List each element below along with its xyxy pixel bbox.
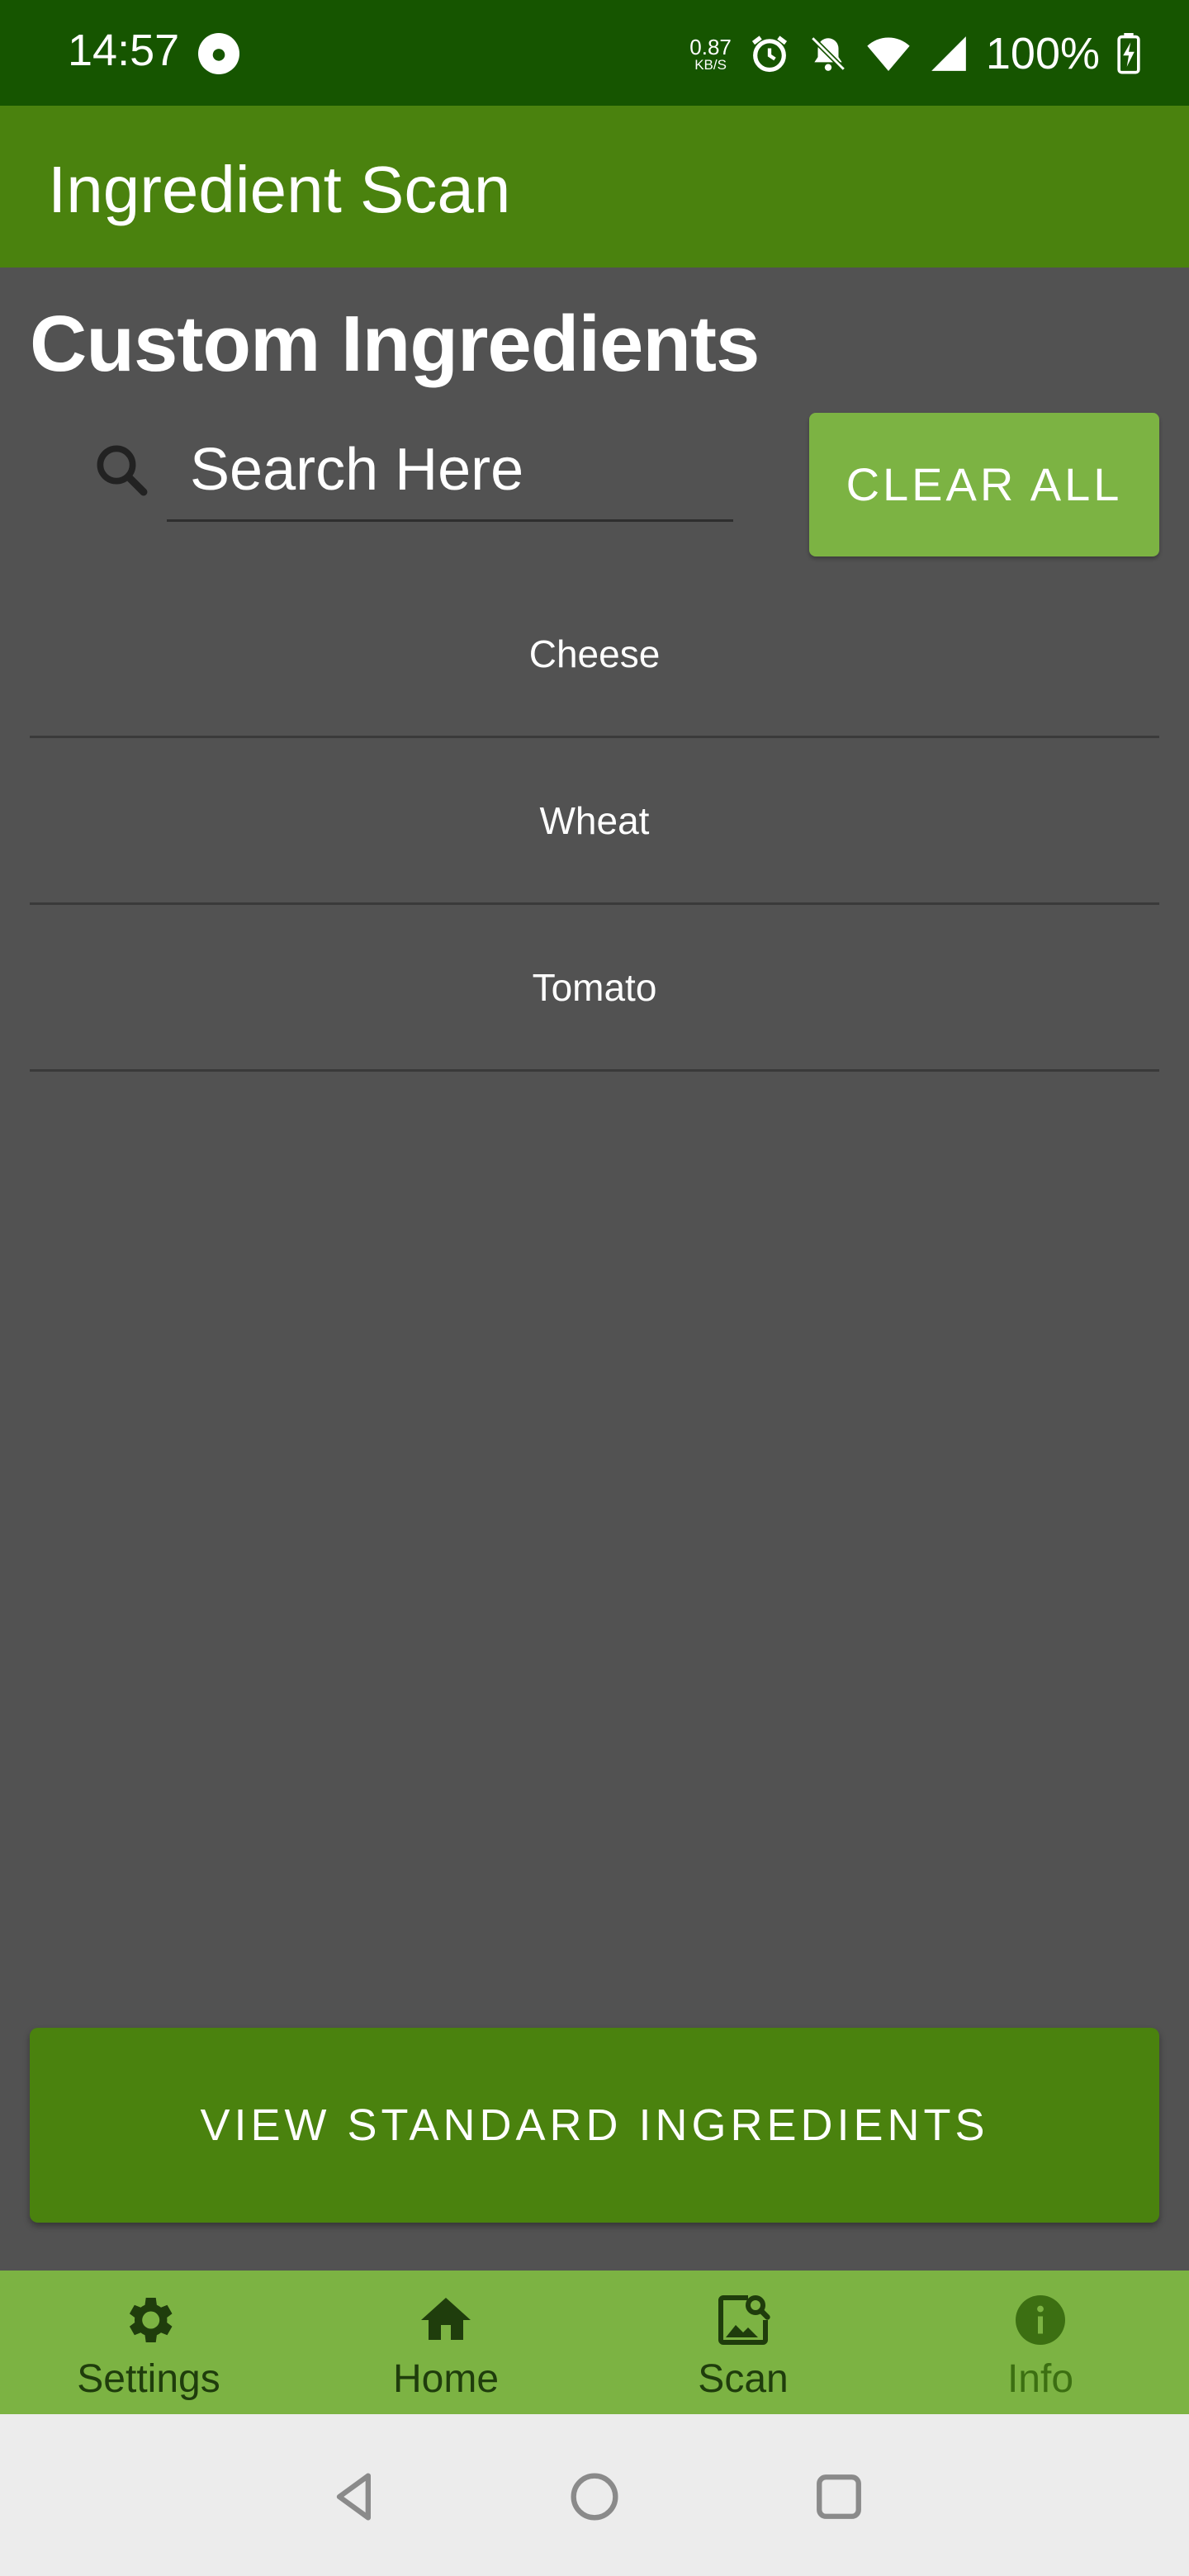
nav-label-info: Info [1007, 2357, 1074, 2401]
app-bar: Ingredient Scan [0, 106, 1189, 268]
recents-icon[interactable] [808, 2465, 870, 2528]
app-title: Ingredient Scan [48, 153, 511, 226]
list-item[interactable]: Tomato [30, 905, 1159, 1072]
network-speed-value: 0.87 [689, 34, 732, 59]
status-bar: 14:57 ● 0.87 KB/S 100% [0, 0, 1189, 106]
alarm-icon [748, 32, 791, 75]
home-circle-icon[interactable] [563, 2465, 626, 2528]
list-item[interactable]: Cheese [30, 571, 1159, 738]
battery-percent: 100% [985, 29, 1100, 78]
status-time: 14:57 [68, 26, 180, 75]
search-bar [88, 419, 733, 532]
bottom-nav: Settings Home Scan Info [0, 2271, 1189, 2414]
nav-item-info[interactable]: Info [892, 2271, 1189, 2414]
status-icons: 0.87 KB/S 100% [689, 25, 1141, 83]
gear-icon [119, 2290, 178, 2350]
info-icon [1011, 2290, 1070, 2350]
home-icon [416, 2290, 476, 2350]
nav-label-scan: Scan [698, 2357, 789, 2401]
network-speed-unit: KB/S [694, 56, 727, 73]
nav-label-home: Home [392, 2357, 500, 2401]
ingredient-list: Cheese Wheat Tomato [30, 571, 1159, 1072]
nav-item-home[interactable]: Home [297, 2271, 594, 2414]
battery-charging-icon [1116, 33, 1141, 74]
notifications-off-icon [808, 33, 849, 74]
wifi-icon [865, 33, 912, 74]
list-item[interactable]: Wheat [30, 738, 1159, 905]
search-input[interactable] [167, 419, 733, 522]
nav-item-settings[interactable]: Settings [0, 2271, 297, 2414]
view-standard-ingredients-button[interactable]: VIEW STANDARD INGREDIENTS [30, 2028, 1159, 2223]
cell-signal-icon [928, 33, 969, 74]
image-search-icon [713, 2290, 773, 2350]
nav-item-scan[interactable]: Scan [594, 2271, 892, 2414]
search-icon[interactable] [88, 436, 157, 505]
nav-label-settings: Settings [77, 2357, 220, 2401]
clear-all-button[interactable]: CLEAR ALL [809, 413, 1159, 556]
page-title: Custom Ingredients [30, 300, 760, 388]
back-icon[interactable] [324, 2465, 386, 2528]
app-notification-icon: ● [198, 33, 239, 74]
system-nav-bar [0, 2414, 1189, 2576]
network-speed: 0.87 KB/S [689, 36, 732, 72]
